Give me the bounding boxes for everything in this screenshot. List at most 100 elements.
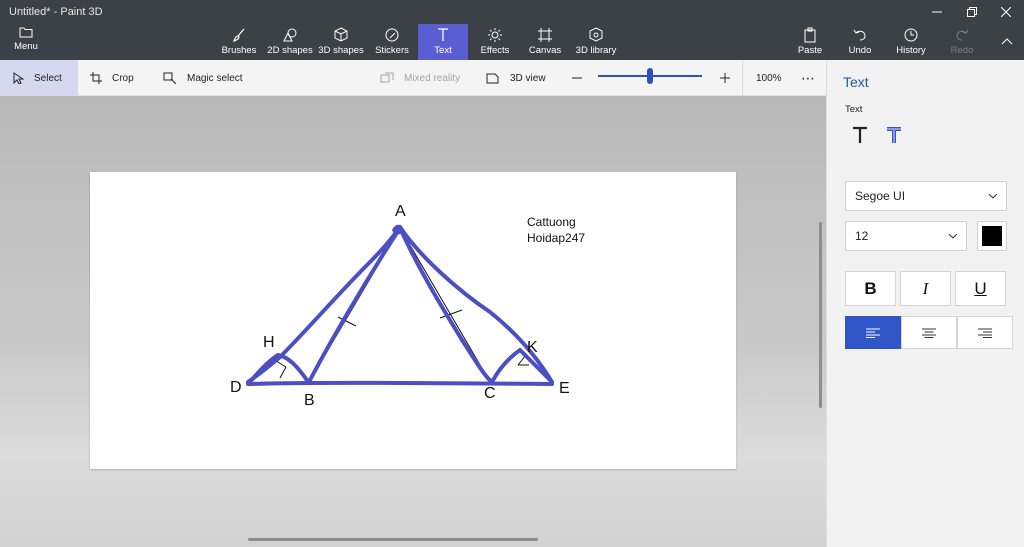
magic-select-button[interactable]: Magic select: [163, 60, 243, 96]
align-right-button[interactable]: [957, 316, 1013, 349]
mixed-reality-label: Mixed reality: [404, 72, 461, 84]
align-center-icon: [922, 328, 936, 338]
toolbar-divider: [742, 60, 743, 96]
crop-label: Crop: [112, 72, 134, 84]
chevron-up-icon: [1001, 38, 1013, 45]
redo-label: Redo: [950, 45, 974, 56]
canvas-icon: [538, 28, 552, 42]
mixed-reality-icon: [380, 72, 394, 83]
tab-label: Text: [434, 45, 452, 56]
undo-button[interactable]: Undo: [846, 24, 874, 60]
menu-button[interactable]: Menu: [8, 26, 44, 58]
blue-strokes: [246, 225, 554, 386]
paste-button[interactable]: Paste: [795, 24, 825, 60]
tab-canvas[interactable]: Canvas: [527, 24, 563, 60]
align-right-icon: [978, 328, 992, 338]
vertical-scrollbar[interactable]: [819, 222, 822, 408]
3d-text-button[interactable]: [883, 124, 905, 146]
crop-button[interactable]: Crop: [90, 60, 134, 96]
folder-icon: [19, 27, 33, 38]
minimize-button[interactable]: [920, 0, 954, 24]
sticker-icon: [385, 28, 399, 42]
redo-icon: [956, 29, 969, 41]
tab-3d-shapes[interactable]: 3D shapes: [318, 24, 364, 60]
redo-button[interactable]: Redo: [950, 24, 974, 60]
text-color-picker[interactable]: [977, 221, 1007, 251]
3d-text-icon: [887, 127, 901, 143]
more-options-button[interactable]: ⋯: [801, 60, 815, 96]
tab-2d-shapes[interactable]: 2D shapes: [267, 24, 313, 60]
close-icon: [1001, 7, 1011, 17]
tab-label: Stickers: [375, 45, 409, 56]
font-size-value: 12: [855, 229, 869, 243]
2d-shapes-icon: [283, 28, 297, 42]
bold-button[interactable]: B: [845, 271, 896, 306]
close-button[interactable]: [989, 0, 1023, 24]
undo-label: Undo: [848, 45, 872, 56]
font-size-dropdown[interactable]: 12: [845, 221, 967, 251]
align-center-button[interactable]: [901, 316, 957, 349]
underline-button[interactable]: U: [955, 271, 1006, 306]
tab-label: 2D shapes: [267, 45, 313, 56]
canvas-text-line1: Cattuong: [527, 215, 576, 229]
label-d: D: [230, 379, 242, 396]
zoom-slider-thumb[interactable]: [647, 68, 653, 84]
history-icon: [904, 28, 918, 42]
restore-icon: [967, 7, 977, 17]
label-c: C: [484, 385, 496, 402]
paste-label: Paste: [797, 45, 823, 56]
zoom-level[interactable]: 100%: [756, 60, 782, 96]
tab-label: Canvas: [528, 45, 562, 56]
2d-text-button[interactable]: [849, 124, 871, 146]
window-title: Untitled* - Paint 3D: [9, 6, 103, 18]
magic-select-icon: [163, 72, 177, 84]
3d-library-icon: [589, 27, 603, 42]
panel-section-label: Text: [845, 104, 863, 115]
plus-icon: [720, 73, 730, 83]
sun-icon: [488, 28, 502, 42]
construction-lines: [272, 227, 529, 383]
magic-select-label: Magic select: [187, 72, 243, 84]
3d-view-icon: [486, 73, 499, 84]
zoom-in-button[interactable]: [719, 60, 741, 96]
chevron-down-icon: [948, 233, 958, 239]
align-left-icon: [866, 328, 880, 338]
cube-icon: [334, 27, 348, 42]
label-a: A: [395, 203, 406, 220]
text-color-swatch: [982, 226, 1002, 246]
font-family-value: Segoe UI: [855, 189, 906, 203]
tab-3d-library[interactable]: 3D library: [574, 24, 618, 60]
italic-button[interactable]: I: [900, 271, 951, 306]
collapse-ribbon-button[interactable]: [990, 30, 1024, 52]
secondary-toolbar: Select Crop Magic select Mixed reality 3…: [0, 60, 826, 96]
drawing: A B C D E H K Cattuong Hoidap247: [230, 203, 585, 409]
cursor-icon: [13, 72, 24, 84]
zoom-out-button[interactable]: [571, 60, 593, 96]
tab-label: 3D library: [575, 45, 617, 56]
horizontal-scrollbar[interactable]: [248, 538, 538, 541]
select-button[interactable]: Select: [0, 60, 78, 96]
align-left-button[interactable]: [845, 316, 901, 349]
tab-stickers[interactable]: Stickers: [372, 24, 412, 60]
mixed-reality-button[interactable]: Mixed reality: [380, 60, 460, 96]
crop-icon: [90, 72, 102, 84]
history-button[interactable]: History: [895, 24, 927, 60]
restore-button[interactable]: [955, 0, 989, 24]
history-label: History: [896, 45, 926, 56]
more-icon: ⋯: [801, 69, 815, 86]
2d-text-icon: [853, 126, 867, 143]
title-bar: Untitled* - Paint 3D Menu Brushes 2D sha…: [0, 0, 1024, 60]
minus-icon: [572, 77, 582, 79]
3d-view-button[interactable]: 3D view: [486, 60, 546, 96]
tab-text[interactable]: Text: [418, 24, 468, 60]
select-label: Select: [34, 72, 62, 84]
drawing-canvas[interactable]: A B C D E H K Cattuong Hoidap247: [90, 172, 736, 469]
tab-label: 3D shapes: [318, 45, 364, 56]
label-k: K: [527, 339, 538, 356]
canvas-text-line2: Hoidap247: [527, 231, 585, 245]
undo-icon: [853, 29, 866, 41]
font-family-dropdown[interactable]: Segoe UI: [845, 181, 1007, 211]
tab-brushes[interactable]: Brushes: [220, 24, 258, 60]
tab-effects[interactable]: Effects: [477, 24, 513, 60]
minimize-icon: [932, 11, 942, 13]
